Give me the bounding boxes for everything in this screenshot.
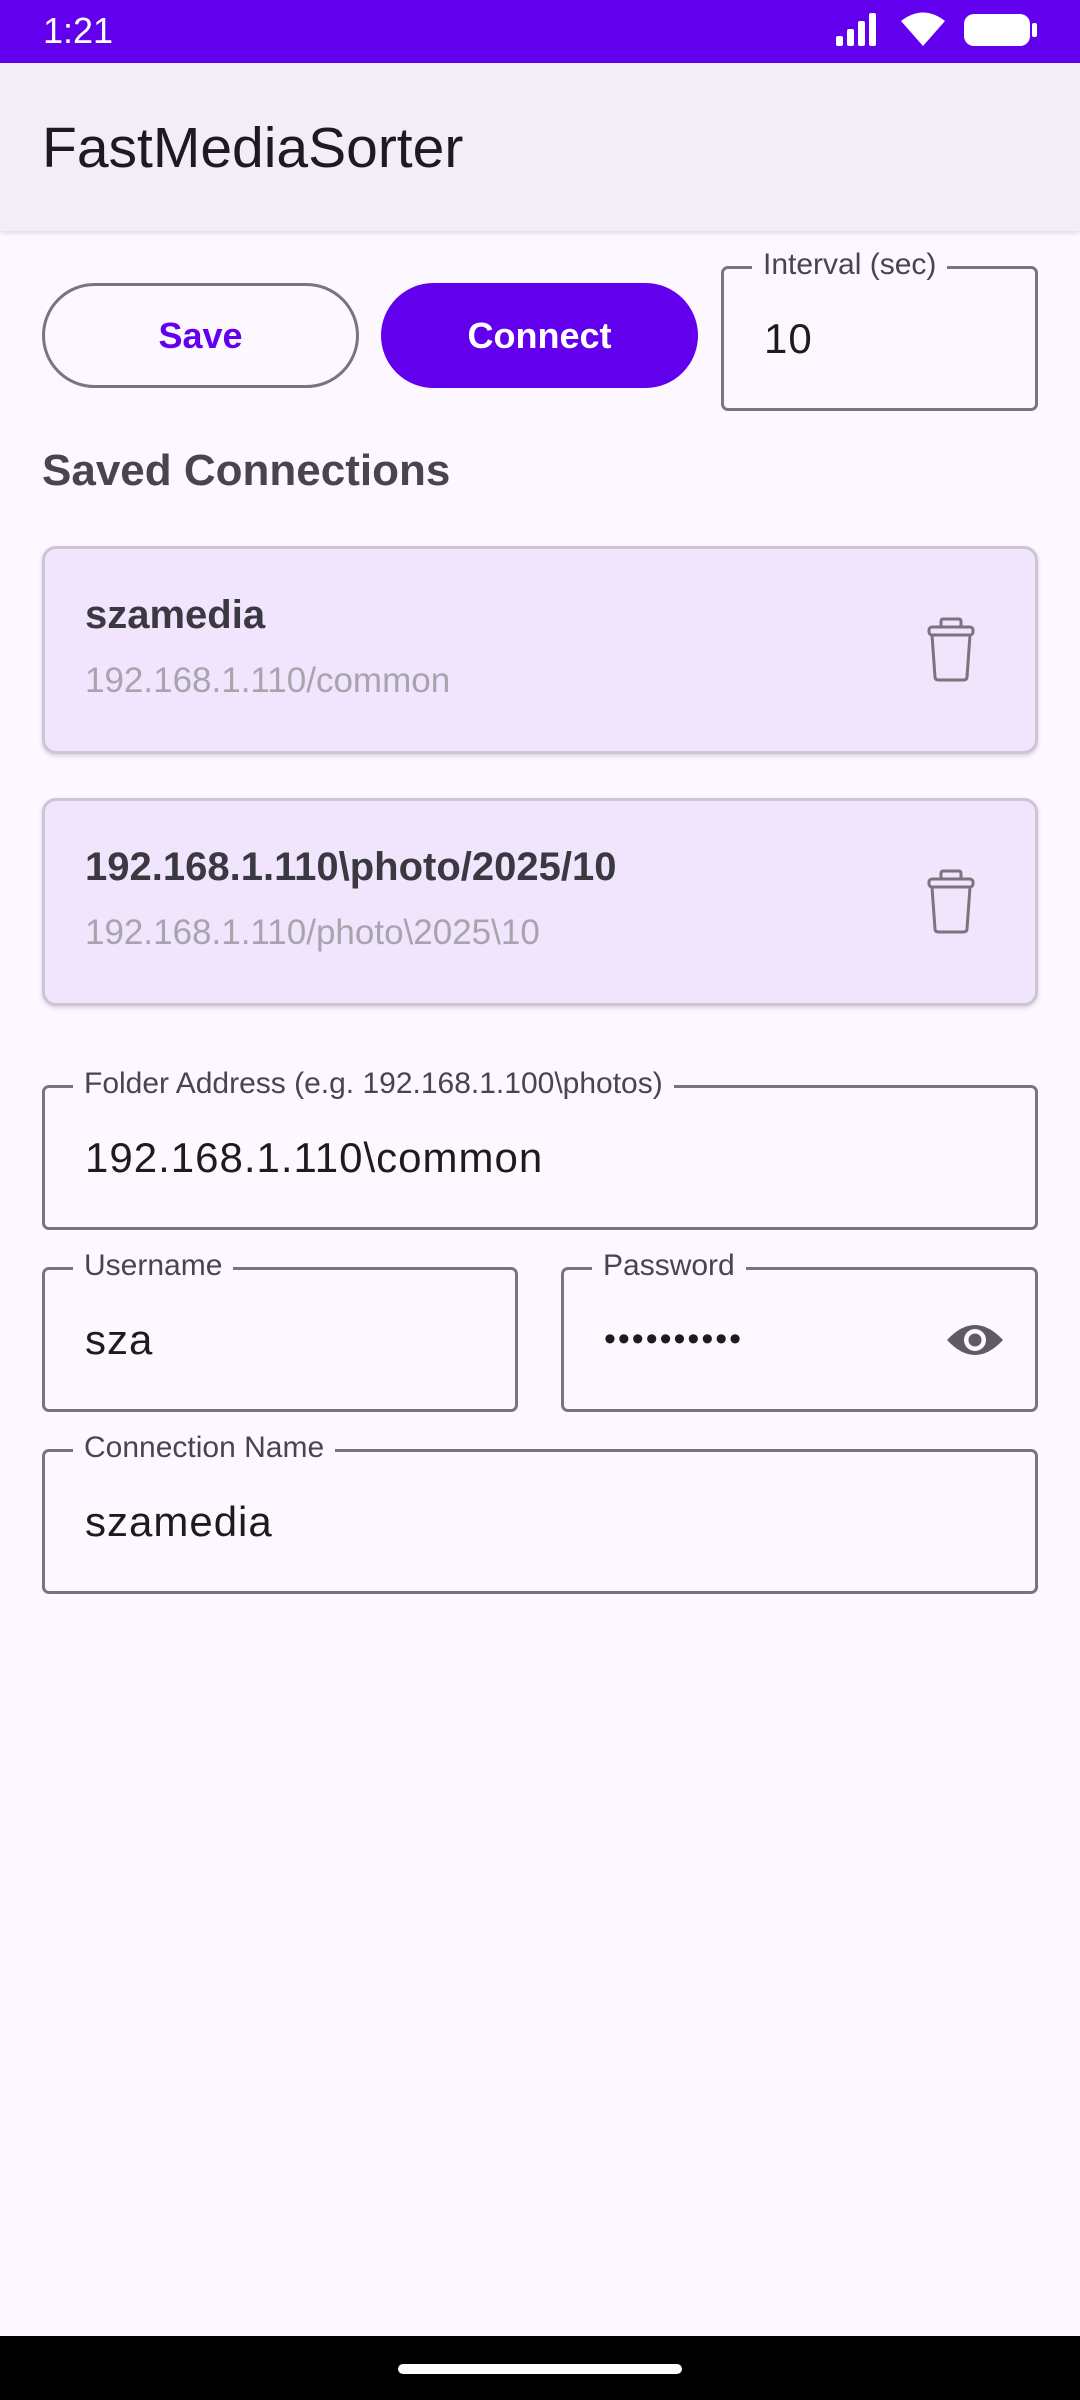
status-time: 1:21 xyxy=(43,10,114,51)
home-gesture-handle[interactable] xyxy=(398,2364,682,2374)
connection-path: 192.168.1.110/photo\2025\10 xyxy=(85,913,540,952)
username-field[interactable]: Username sza xyxy=(42,1248,518,1412)
trash-icon[interactable] xyxy=(925,617,977,683)
connection-path: 192.168.1.110/common xyxy=(85,661,451,700)
username-value: sza xyxy=(85,1315,154,1363)
connect-button[interactable]: Connect xyxy=(381,283,698,388)
eye-icon[interactable] xyxy=(945,1316,1005,1364)
password-field[interactable]: Password •••••••••• xyxy=(561,1248,1038,1412)
status-icons xyxy=(834,12,1038,48)
cellular-signal-icon xyxy=(836,13,876,46)
app-bar: FastMediaSorter xyxy=(0,63,1080,231)
folder-address-field[interactable]: Folder Address (e.g. 192.168.1.100\photo… xyxy=(42,1066,1038,1230)
interval-field[interactable]: Interval (sec) 10 xyxy=(721,247,1038,411)
wifi-icon xyxy=(901,12,945,46)
connection-name: 192.168.1.110\photo/2025/10 xyxy=(85,845,617,889)
save-button[interactable]: Save xyxy=(42,283,359,388)
app-title: FastMediaSorter xyxy=(42,116,464,180)
navigation-bar xyxy=(0,2336,1080,2400)
status-bar: 1:21 xyxy=(0,0,1080,63)
battery-icon xyxy=(964,14,1037,46)
saved-connections-title: Saved Connections xyxy=(42,446,451,495)
connection-name-field[interactable]: Connection Name szamedia xyxy=(42,1430,1038,1594)
connection-name-value: szamedia xyxy=(85,1497,273,1545)
interval-value: 10 xyxy=(764,314,813,362)
folder-address-value: 192.168.1.110\common xyxy=(85,1133,544,1181)
saved-connection-card[interactable]: szamedia 192.168.1.110/common xyxy=(42,546,1038,754)
password-value: •••••••••• xyxy=(604,1320,744,1358)
saved-connection-card[interactable]: 192.168.1.110\photo/2025/10 192.168.1.11… xyxy=(42,798,1038,1006)
trash-icon[interactable] xyxy=(925,869,977,935)
connection-name: szamedia xyxy=(85,593,266,637)
